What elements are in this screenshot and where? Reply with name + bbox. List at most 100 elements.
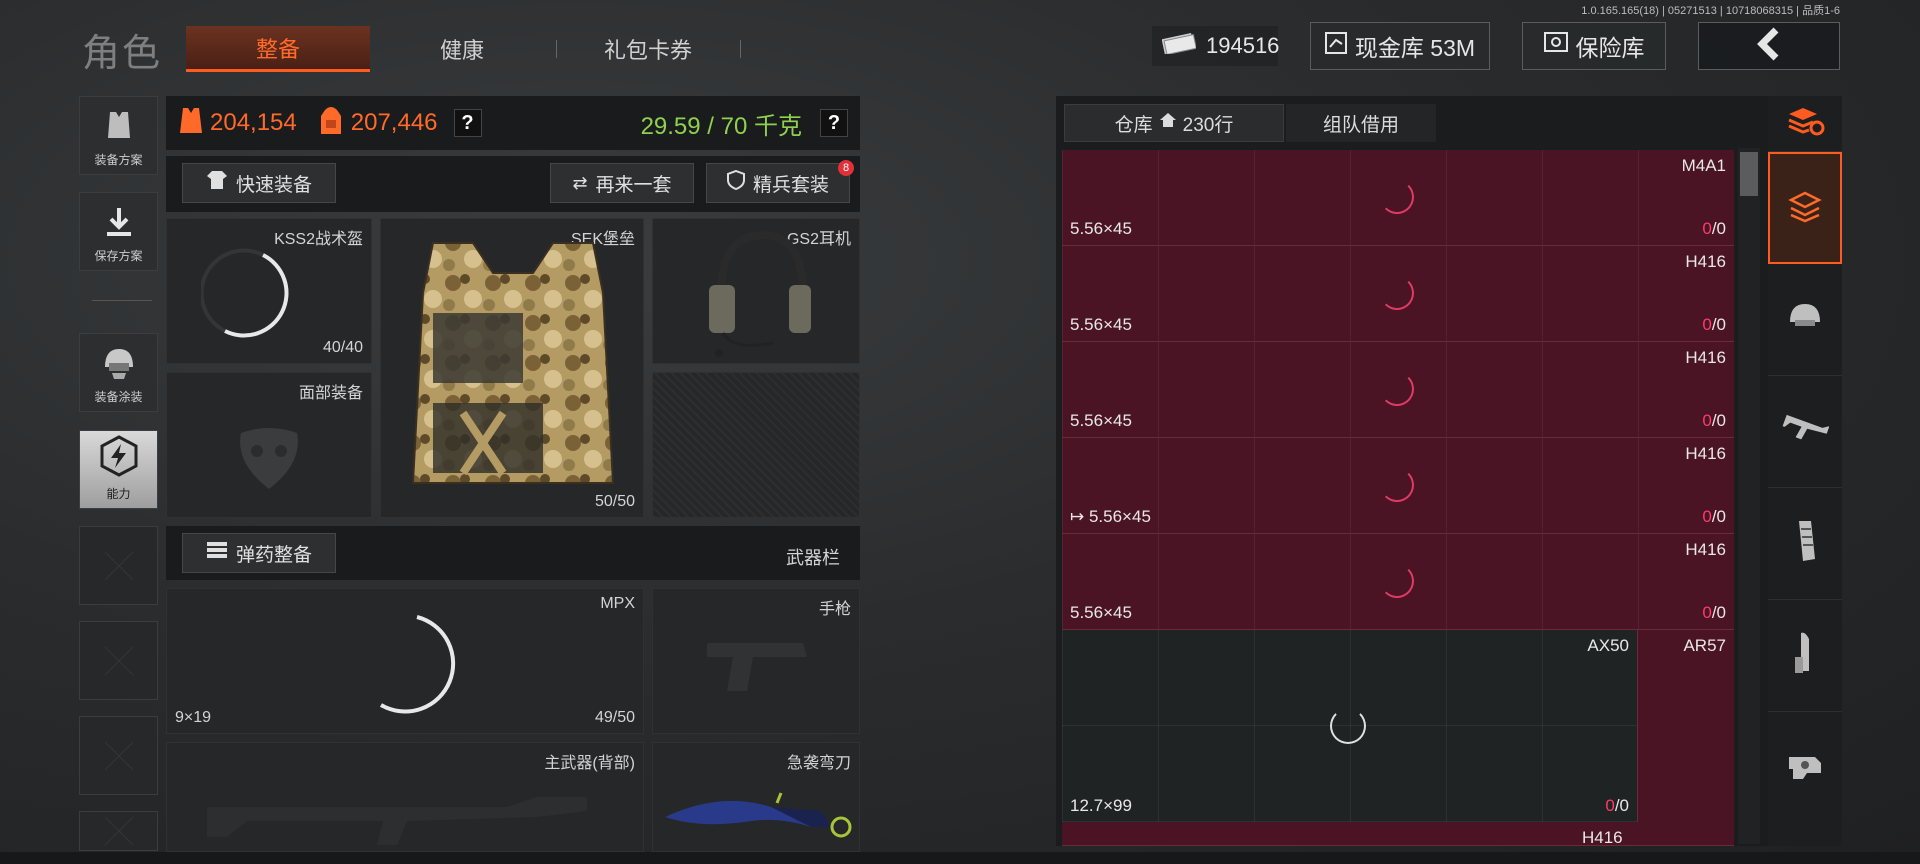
stats-bar: 204,154 207,446 ? 29.59 / 70 千克 ? bbox=[166, 96, 860, 150]
ability-icon bbox=[97, 434, 141, 481]
magazine-icon bbox=[1793, 519, 1817, 568]
smg-ammo: 49/50 bbox=[594, 709, 635, 726]
tab-equip[interactable]: 整备 bbox=[186, 26, 370, 72]
melee-label: 急袭弯刀 bbox=[786, 755, 851, 772]
item-count: 0/0 bbox=[1702, 507, 1726, 526]
category-magazine-button[interactable] bbox=[1768, 488, 1842, 600]
warehouse-item-row[interactable]: H416 5.56×45 0/0 bbox=[1062, 534, 1734, 630]
back-arrow-icon bbox=[1754, 27, 1784, 66]
ammo-equip-button[interactable]: 弹药整备 bbox=[182, 533, 336, 573]
pistol-icon bbox=[707, 643, 807, 691]
item-name: AX50 bbox=[1587, 636, 1629, 655]
vault-icon bbox=[1324, 32, 1347, 60]
safe-button[interactable]: 保险库 bbox=[1522, 22, 1666, 70]
warehouse-item-row[interactable]: H416 ↦ 5.56×45 0/0 bbox=[1062, 438, 1734, 534]
warehouse-item-row[interactable]: H416 bbox=[1062, 822, 1734, 846]
helmet-icon bbox=[1787, 300, 1823, 339]
armor-value-icon bbox=[178, 105, 204, 142]
back-button[interactable] bbox=[1698, 22, 1840, 70]
save-plan-button[interactable]: 保存方案 bbox=[79, 192, 158, 271]
face-slot[interactable]: 面部装备 bbox=[166, 372, 372, 518]
empty-side-slot[interactable] bbox=[79, 526, 158, 605]
category-scope-button[interactable] bbox=[1768, 712, 1842, 824]
rifle-icon bbox=[1781, 414, 1830, 449]
item-name: H416 bbox=[1582, 828, 1623, 846]
tab-health[interactable]: 健康 bbox=[380, 26, 544, 72]
warehouse-rows: 230行 bbox=[1182, 114, 1234, 136]
category-weapon-button[interactable] bbox=[1768, 376, 1842, 488]
backpack-value-icon bbox=[317, 104, 345, 143]
reequip-button[interactable]: ⇄ 再来一套 bbox=[550, 163, 694, 203]
category-refresh-button[interactable] bbox=[1768, 96, 1842, 152]
vest-plan-icon bbox=[102, 108, 136, 145]
category-ammo-button[interactable] bbox=[1768, 600, 1842, 712]
safe-icon bbox=[1543, 32, 1568, 60]
bullet-icon bbox=[1791, 631, 1819, 680]
page-title: 角色 bbox=[82, 33, 163, 75]
item-name: AR57 bbox=[1683, 636, 1726, 655]
value-help-button[interactable]: ? bbox=[453, 109, 482, 137]
cash-vault-button[interactable]: 现金库 53M bbox=[1310, 22, 1490, 70]
ammo-equip-label: 弹药整备 bbox=[235, 544, 312, 566]
empty-side-slot[interactable] bbox=[79, 716, 158, 795]
ability-button[interactable]: 能力 bbox=[79, 430, 158, 509]
warehouse-item-row[interactable]: H416 5.56×45 0/0 bbox=[1062, 342, 1734, 438]
cash-vault-label: 现金库 53M bbox=[1354, 35, 1476, 61]
empty-side-slot[interactable] bbox=[79, 621, 158, 700]
quick-equip-button[interactable]: 快速装备 bbox=[182, 163, 336, 203]
scrollbar-thumb[interactable] bbox=[1740, 152, 1758, 196]
warehouse-item-row[interactable]: H416 5.56×45 0/0 bbox=[1062, 246, 1734, 342]
empty-side-slot[interactable] bbox=[79, 811, 158, 851]
stack-refresh-icon bbox=[1785, 104, 1825, 143]
warehouse-item-large[interactable]: AX50 12.7×99 0/0 bbox=[1062, 630, 1638, 822]
tab-gift-coupons[interactable]: 礼包卡券 bbox=[570, 26, 726, 72]
bottom-strip bbox=[0, 852, 1920, 864]
loading-spinner-icon bbox=[1380, 276, 1414, 310]
melee-slot[interactable]: 急袭弯刀 bbox=[652, 742, 860, 852]
warehouse-item-side[interactable]: AR57 bbox=[1638, 630, 1734, 822]
weight-help-button[interactable]: ? bbox=[820, 109, 848, 137]
smg-caliber: 9×19 bbox=[175, 709, 212, 726]
equip-skin-label: 装备涂装 bbox=[94, 390, 143, 404]
item-name: H416 bbox=[1685, 444, 1726, 463]
loading-spinner-icon bbox=[1330, 708, 1366, 744]
smg-slot[interactable]: MPX 9×19 49/50 bbox=[166, 588, 644, 734]
refresh-icon: ⇄ bbox=[572, 172, 588, 193]
headset-slot[interactable]: GS2耳机 bbox=[652, 218, 860, 364]
tab-team-borrow[interactable]: 组队借用 bbox=[1286, 104, 1436, 142]
rifle-silhouette-icon bbox=[207, 797, 587, 845]
item-count: 0/0 bbox=[1702, 603, 1726, 622]
pistol-slot[interactable]: 手枪 bbox=[652, 588, 860, 734]
item-name: H416 bbox=[1685, 252, 1726, 271]
item-caliber: 12.7×99 bbox=[1070, 796, 1132, 815]
helmet-skin-icon bbox=[100, 345, 138, 384]
face-mask-icon bbox=[240, 428, 298, 489]
helmet-durability: 40/40 bbox=[322, 339, 363, 356]
loading-spinner-icon bbox=[1380, 372, 1414, 406]
armor-slot[interactable]: SEK堡垒 50/50 bbox=[380, 218, 644, 518]
category-all-button[interactable] bbox=[1768, 152, 1842, 264]
primary-back-slot[interactable]: 主武器(背部) bbox=[166, 742, 644, 852]
item-caliber: 5.56×45 bbox=[1070, 219, 1132, 238]
tab-divider bbox=[556, 40, 557, 58]
download-icon bbox=[104, 206, 134, 241]
empty-gear-slot[interactable] bbox=[652, 372, 860, 518]
item-caliber: 5.56×45 bbox=[1070, 411, 1132, 430]
cash-value: 194516 bbox=[1206, 33, 1280, 58]
team-borrow-label: 组队借用 bbox=[1322, 114, 1399, 136]
loading-spinner-icon bbox=[379, 615, 456, 714]
armor-durability: 50/50 bbox=[594, 493, 635, 510]
equip-skin-button[interactable]: 装备涂装 bbox=[79, 333, 158, 412]
item-name: H416 bbox=[1685, 540, 1726, 559]
helmet-slot[interactable]: KSS2战术盔 40/40 bbox=[166, 218, 372, 364]
safe-label: 保险库 bbox=[1575, 35, 1645, 61]
headset-icon bbox=[709, 230, 811, 357]
warehouse-item-row[interactable]: M4A1 5.56×45 0/0 bbox=[1062, 150, 1734, 246]
elite-set-button[interactable]: 精兵套装 bbox=[706, 163, 850, 203]
face-label: 面部装备 bbox=[298, 385, 363, 402]
warehouse-scrollbar[interactable] bbox=[1738, 148, 1760, 844]
reequip-label: 再来一套 bbox=[595, 174, 672, 196]
tab-warehouse[interactable]: 仓库 230行 bbox=[1064, 104, 1284, 142]
category-helmet-button[interactable] bbox=[1768, 264, 1842, 376]
equip-plan-button[interactable]: 装备方案 bbox=[79, 96, 158, 175]
